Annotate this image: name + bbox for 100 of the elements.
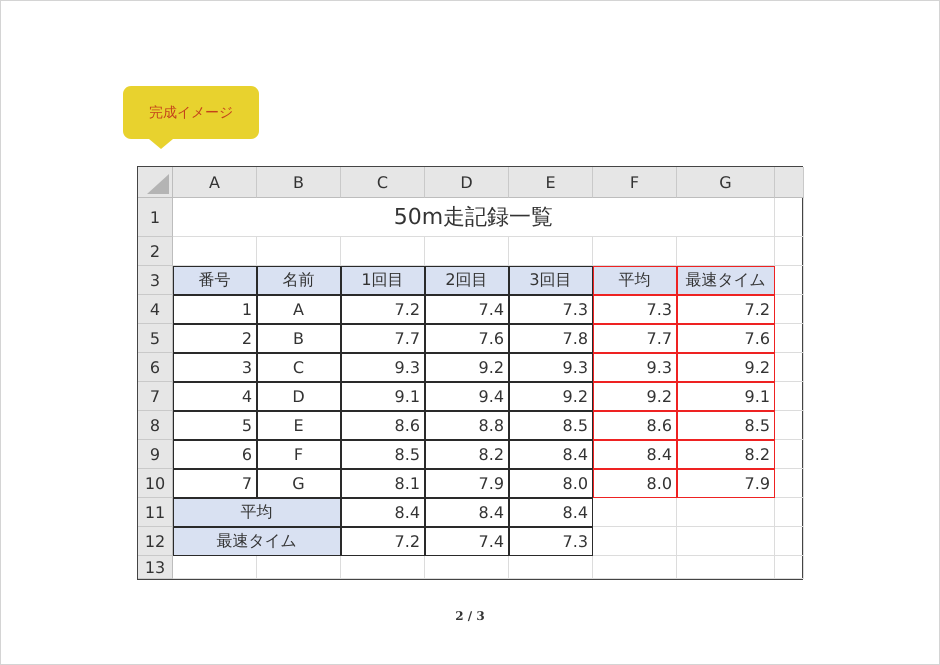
table-cell: 8.2: [425, 440, 509, 469]
column-label: 2回目: [425, 266, 509, 295]
empty-cell: [775, 237, 804, 266]
table-cell: 5: [173, 411, 257, 440]
callout-label: 完成イメージ: [123, 86, 259, 139]
table-cell: 7.3: [509, 527, 593, 556]
table-cell: F: [257, 440, 341, 469]
table-cell: A: [257, 295, 341, 324]
table-cell: B: [257, 324, 341, 353]
table-cell: 7.9: [425, 469, 509, 498]
empty-cell: [775, 440, 804, 469]
select-all-icon: [147, 174, 169, 194]
table-cell: 7: [173, 469, 257, 498]
table-cell: 7.2: [341, 295, 425, 324]
row-header: 8: [138, 411, 173, 440]
table-cell: 2: [173, 324, 257, 353]
empty-cell: [775, 382, 804, 411]
table-cell: 9.2: [593, 382, 677, 411]
table-cell: 8.2: [677, 440, 775, 469]
row-header: 9: [138, 440, 173, 469]
table-cell: 8.5: [341, 440, 425, 469]
callout-pointer: [149, 139, 173, 149]
empty-cell: [775, 295, 804, 324]
column-header: [775, 167, 804, 198]
table-cell: 7.3: [509, 295, 593, 324]
table-cell: 9.2: [509, 382, 593, 411]
column-label: 番号: [173, 266, 257, 295]
table-cell: 7.4: [425, 527, 509, 556]
table-cell: 9.2: [677, 353, 775, 382]
row-label: 最速タイム: [173, 527, 341, 556]
column-label: 最速タイム: [677, 266, 775, 295]
table-cell: 8.4: [425, 498, 509, 527]
table-cell: 9.3: [341, 353, 425, 382]
table-cell: 7.7: [593, 324, 677, 353]
column-header: F: [593, 167, 677, 198]
column-header: C: [341, 167, 425, 198]
table-cell: 9.3: [509, 353, 593, 382]
row-header: 2: [138, 237, 173, 266]
table-cell: 3: [173, 353, 257, 382]
table-cell: 7.3: [593, 295, 677, 324]
table-cell: 8.0: [509, 469, 593, 498]
empty-cell: [775, 353, 804, 382]
table-cell: 8.5: [677, 411, 775, 440]
empty-cell: [775, 556, 804, 579]
table-cell: 8.1: [341, 469, 425, 498]
table-cell: 4: [173, 382, 257, 411]
row-header: 6: [138, 353, 173, 382]
table-cell: 8.6: [593, 411, 677, 440]
table-cell: 9.1: [341, 382, 425, 411]
row-header: 5: [138, 324, 173, 353]
column-header: B: [257, 167, 341, 198]
table-cell: 7.2: [677, 295, 775, 324]
empty-cell: [775, 469, 804, 498]
column-header: G: [677, 167, 775, 198]
empty-cell: [775, 527, 804, 556]
empty-cell: [775, 498, 804, 527]
column-header: A: [173, 167, 257, 198]
table-cell: 9.3: [593, 353, 677, 382]
table-cell: 6: [173, 440, 257, 469]
empty-cell: [775, 324, 804, 353]
table-cell: 8.4: [341, 498, 425, 527]
table-cell: 8.6: [341, 411, 425, 440]
table-cell: C: [257, 353, 341, 382]
table-cell: 7.8: [509, 324, 593, 353]
row-header: 1: [138, 198, 173, 237]
table-cell: E: [257, 411, 341, 440]
table-cell: 9.1: [677, 382, 775, 411]
sheet-title: 50m走記録一覧: [173, 198, 775, 237]
row-header: 13: [138, 556, 173, 579]
row-header: 11: [138, 498, 173, 527]
column-label: 平均: [593, 266, 677, 295]
table-cell: 7.7: [341, 324, 425, 353]
row-header: 3: [138, 266, 173, 295]
table-cell: 1: [173, 295, 257, 324]
column-header: E: [509, 167, 593, 198]
table-cell: 8.4: [593, 440, 677, 469]
row-header: 4: [138, 295, 173, 324]
table-cell: 7.6: [677, 324, 775, 353]
column-label: 1回目: [341, 266, 425, 295]
table-cell: 8.5: [509, 411, 593, 440]
empty-cell: [775, 411, 804, 440]
table-cell: 8.4: [509, 440, 593, 469]
table-cell: 8.4: [509, 498, 593, 527]
row-label: 平均: [173, 498, 341, 527]
column-label: 名前: [257, 266, 341, 295]
table-cell: 7.6: [425, 324, 509, 353]
row-header: 10: [138, 469, 173, 498]
column-header: D: [425, 167, 509, 198]
table-cell: 8.8: [425, 411, 509, 440]
table-cell: 9.4: [425, 382, 509, 411]
table-cell: 8.0: [593, 469, 677, 498]
table-cell: 7.9: [677, 469, 775, 498]
table-cell: 9.2: [425, 353, 509, 382]
table-cell: G: [257, 469, 341, 498]
row-header: 12: [138, 527, 173, 556]
row-header: 7: [138, 382, 173, 411]
page-indicator: 2 / 3: [455, 609, 485, 623]
table-cell: 7.4: [425, 295, 509, 324]
table-cell: 7.2: [341, 527, 425, 556]
table-cell: D: [257, 382, 341, 411]
